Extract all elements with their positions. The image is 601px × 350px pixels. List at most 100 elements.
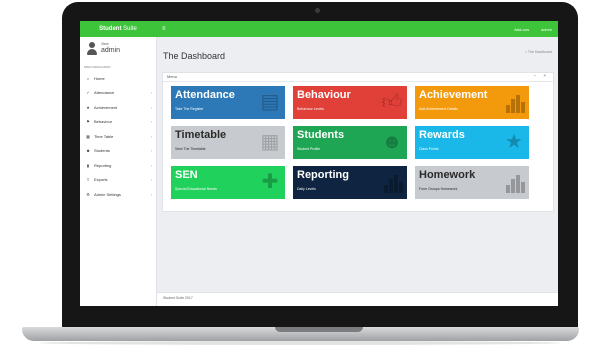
tile-title: Reporting <box>297 169 349 181</box>
sidebar-item-label: Home <box>94 75 105 81</box>
clipboard-icon: ▤ <box>260 91 280 113</box>
star-icon: ★ <box>505 131 523 153</box>
sidebar-item-label: Admin Settings <box>94 191 121 197</box>
sidebar-nav: ⌂ Home ✓ Attendance ‹ ★ Achievement ‹ ⚑ Behaviour… <box>80 71 156 202</box>
medkit-icon: ✚ <box>261 171 279 193</box>
sidebar-item-admin-settings[interactable]: ⚙ Admin Settings ‹ <box>80 187 156 202</box>
menu-toggle-icon[interactable]: ≡ <box>162 21 166 37</box>
tile-subtitle: Daily Levels <box>297 187 316 191</box>
tile-subtitle: View The Timetable <box>175 147 206 151</box>
chevron-left-icon: ‹ <box>150 148 152 154</box>
main-content: The Dashboard ⌂ The Dashboard Menu − × A… <box>157 37 558 306</box>
tile-subtitle: Class Points <box>419 147 439 151</box>
star-icon: ★ <box>86 104 90 110</box>
user-panel: View admin <box>86 42 152 64</box>
footer: Student Suite 2017 <box>157 292 558 306</box>
tile-title: Rewards <box>419 129 465 141</box>
sidebar-item-label: Reporting <box>94 162 112 168</box>
panel-header: Menu − × <box>163 73 553 82</box>
sidebar-item-exports[interactable]: ⇪ Exports ‹ <box>80 173 156 188</box>
gear-icon: ⚙ <box>86 191 90 197</box>
chevron-left-icon: ‹ <box>150 191 152 197</box>
top-navbar: Student Suite ≡ Add-ons admin <box>80 21 558 37</box>
brand-bold: Student <box>99 26 122 32</box>
tile-subtitle: Add Achievement Details <box>419 107 458 111</box>
add-user-icon: ☻ <box>381 131 403 153</box>
tile-title: Timetable <box>175 129 227 141</box>
sidebar-item-students[interactable]: ☻ Students ‹ <box>80 144 156 159</box>
tile-students[interactable]: Students Student Profile ☻ <box>293 126 407 159</box>
sidebar-item-reporting[interactable]: ▮ Reporting ‹ <box>80 158 156 173</box>
menu-panel: Menu − × Attendance Take The Register ▤ Beh… <box>162 72 554 212</box>
user-menu[interactable]: admin <box>541 27 552 32</box>
tile-homework[interactable]: Homework Form Groups Homework <box>415 166 529 199</box>
users-icon: ☻ <box>86 148 91 154</box>
thumbs-up-icon: 👍︎ <box>381 91 403 113</box>
tile-subtitle: Student Profile <box>297 147 320 151</box>
tile-subtitle: Special Educational Needs <box>175 187 217 191</box>
sidebar-item-home[interactable]: ⌂ Home <box>80 71 156 86</box>
bar-chart-icon <box>506 175 525 193</box>
top-right-menu: Add-ons admin <box>514 21 552 37</box>
tile-title: Homework <box>419 169 476 181</box>
chevron-left-icon: ‹ <box>150 177 152 183</box>
sidebar-item-label: Achievement <box>94 104 118 110</box>
footer-text: Student Suite 2017 <box>163 296 193 300</box>
tile-subtitle: Behaviour Levels <box>297 107 324 111</box>
tile-achievement[interactable]: Achievement Add Achievement Details <box>415 86 529 119</box>
chevron-left-icon: ‹ <box>150 119 152 125</box>
tile-title: Achievement <box>419 89 488 101</box>
page-title: The Dashboard <box>163 51 226 61</box>
user-name: admin <box>101 47 121 54</box>
camera-icon <box>315 8 320 13</box>
calendar-icon: ▦ <box>86 133 90 139</box>
tile-timetable[interactable]: Timetable View The Timetable ▦ <box>171 126 285 159</box>
sidebar: View admin MAIN NAVIGATION ⌂ Home ✓ Attenda… <box>80 37 157 306</box>
panel-tools[interactable]: − × <box>533 73 549 78</box>
export-icon: ⇪ <box>86 177 90 183</box>
tile-reporting[interactable]: Reporting Daily Levels <box>293 166 407 199</box>
sidebar-item-attendance[interactable]: ✓ Attendance ‹ <box>80 86 156 101</box>
tile-rewards[interactable]: Rewards Class Points ★ <box>415 126 529 159</box>
avatar <box>86 42 97 56</box>
calendar-icon: ▦ <box>260 131 280 153</box>
tile-sen[interactable]: SEN Special Educational Needs ✚ <box>171 166 285 199</box>
panel-title: Menu <box>167 74 178 79</box>
tile-title: SEN <box>175 169 198 181</box>
tile-title: Students <box>297 129 345 141</box>
laptop-base-notch <box>275 327 363 332</box>
chevron-left-icon: ‹ <box>150 90 152 96</box>
home-icon: ⌂ <box>86 75 90 81</box>
tile-title: Behaviour <box>297 89 351 101</box>
chevron-left-icon: ‹ <box>150 162 152 168</box>
tile-subtitle: Take The Register <box>175 107 204 111</box>
bar-chart-icon <box>506 95 525 113</box>
sidebar-item-label: Attendance <box>94 90 115 96</box>
addons-link[interactable]: Add-ons <box>514 27 529 32</box>
check-icon: ✓ <box>86 90 90 96</box>
app-screen: Student Suite ≡ Add-ons admin View admin… <box>80 21 558 306</box>
brand-light: Suite <box>123 26 137 32</box>
chart-icon: ▮ <box>86 162 90 168</box>
brand-logo[interactable]: Student Suite <box>80 21 156 37</box>
sidebar-item-label: Students <box>94 148 110 154</box>
sidebar-item-label: Time Table <box>94 133 114 139</box>
breadcrumb-current: The Dashboard <box>527 50 552 54</box>
bar-chart-icon <box>384 175 403 193</box>
tile-subtitle: Form Groups Homework <box>419 187 458 191</box>
chevron-left-icon: ‹ <box>150 133 152 139</box>
nav-section-label: MAIN NAVIGATION <box>84 65 111 69</box>
tile-behaviour[interactable]: Behaviour Behaviour Levels 👍︎ <box>293 86 407 119</box>
tile-title: Attendance <box>175 89 235 101</box>
user-view-link[interactable]: View <box>101 42 109 46</box>
flag-icon: ⚑ <box>86 119 90 125</box>
sidebar-item-time-table[interactable]: ▦ Time Table ‹ <box>80 129 156 144</box>
tile-attendance[interactable]: Attendance Take The Register ▤ <box>171 86 285 119</box>
chevron-left-icon: ‹ <box>150 104 152 110</box>
sidebar-item-label: Behaviour <box>94 119 113 125</box>
laptop-shadow <box>40 341 560 345</box>
sidebar-item-achievement[interactable]: ★ Achievement ‹ <box>80 100 156 115</box>
breadcrumb[interactable]: ⌂ The Dashboard <box>525 50 552 54</box>
sidebar-item-behaviour[interactable]: ⚑ Behaviour ‹ <box>80 115 156 130</box>
sidebar-item-label: Exports <box>94 177 108 183</box>
